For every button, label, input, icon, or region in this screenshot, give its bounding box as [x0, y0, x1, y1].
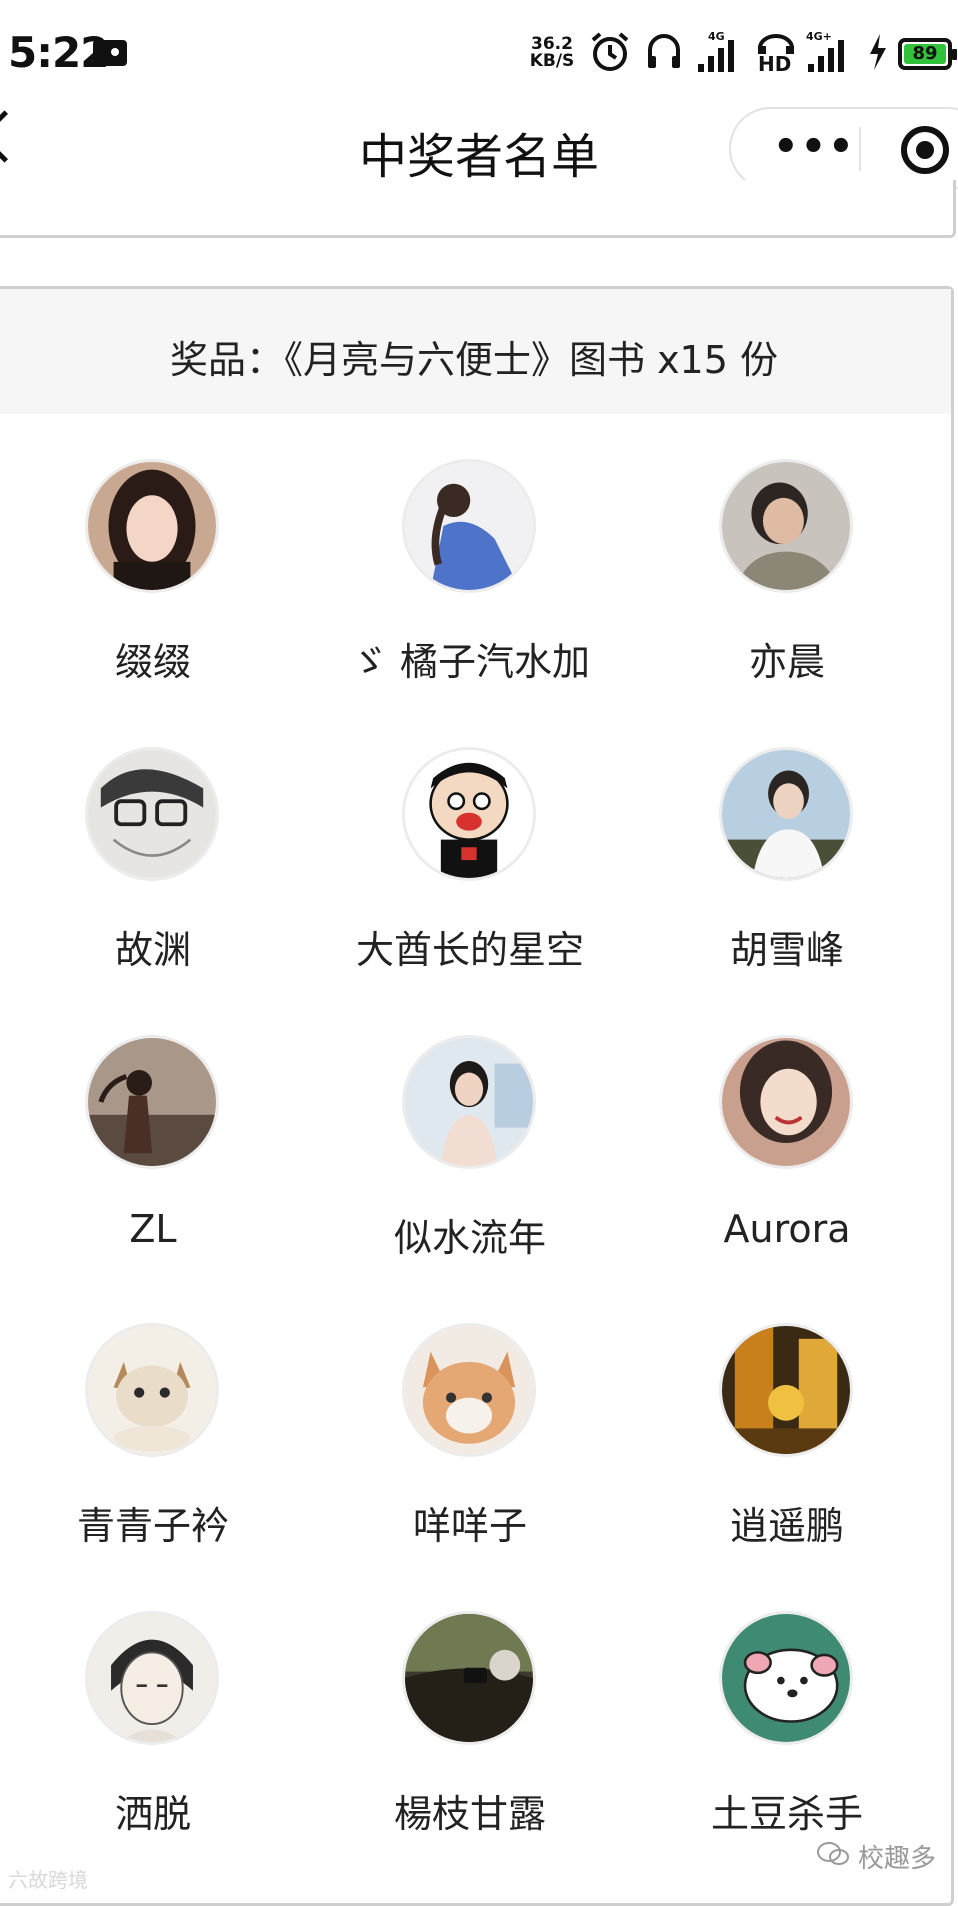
- avatar-boy-white-shirt-icon: [719, 747, 853, 881]
- winner-item[interactable]: ZL: [3, 1035, 303, 1323]
- avatar-boy-on-phone-icon: [719, 459, 853, 593]
- avatar-anime-boy-icon: [85, 1611, 219, 1745]
- winner-name: 故渊: [114, 928, 191, 972]
- winner-item[interactable]: 楊枝甘露: [320, 1611, 620, 1899]
- alarm-icon: [591, 32, 629, 71]
- winner-item[interactable]: 亦晨: [637, 459, 937, 747]
- avatar-drawn-cat-icon: [402, 1323, 536, 1457]
- mini-program-capsule: •••: [729, 107, 958, 190]
- winner-name: 缀缀: [114, 640, 191, 684]
- winner-name: Aurora: [723, 1207, 851, 1251]
- winner-item[interactable]: 胡雪峰: [637, 747, 937, 1035]
- avatar-girl-blue-jacket-icon: [402, 459, 536, 593]
- winner-item[interactable]: 洒脱: [3, 1611, 303, 1899]
- avatar-girl-windy-icon: [85, 1035, 219, 1169]
- prize-label: 奖品：《月亮与六便士》图书 x15 份: [169, 338, 778, 382]
- signal-icon: [808, 40, 844, 72]
- avatar-kitten-icon: [85, 1323, 219, 1457]
- avatar-smiling-girl-icon: [719, 1035, 853, 1169]
- wechat-official-icon: [817, 1842, 849, 1865]
- network-speed-unit: KB/S: [529, 51, 575, 71]
- network-speed: 36.2 KB/S: [528, 36, 576, 70]
- winner-item[interactable]: 咩咩子: [320, 1323, 620, 1611]
- winner-name: 胡雪峰: [729, 928, 844, 972]
- status-bar: 5:22 36.2 KB/S 4G HD 4G+ 89: [0, 0, 958, 105]
- watermark-right: 校趣多: [858, 1844, 937, 1874]
- prize-banner: 奖品：《月亮与六便士》图书 x15 份: [0, 289, 951, 414]
- image-notification-icon: [93, 40, 127, 66]
- winner-item[interactable]: 大酋长的星空: [320, 747, 620, 1035]
- capsule-divider: [859, 127, 861, 171]
- winners-card: 奖品：《月亮与六便士》图书 x15 份 缀缀 ゞ 橘子汽水加 亦晨 故渊 大酋长…: [0, 286, 954, 1906]
- avatar-anime-glasses-icon: [85, 747, 219, 881]
- winner-name: 楊枝甘露: [393, 1792, 546, 1836]
- winner-item[interactable]: 缀缀: [3, 459, 303, 747]
- signal-icon: [698, 40, 734, 72]
- winner-item[interactable]: 青青子衿: [3, 1323, 303, 1611]
- battery-level: 89: [904, 44, 946, 64]
- watermark-left: 六故跨境: [8, 1868, 88, 1892]
- winner-name: 逍遥鹏: [729, 1504, 844, 1548]
- avatar-cartoon-hug-boy-icon: [402, 747, 536, 881]
- winner-name: 土豆杀手: [710, 1792, 863, 1836]
- winner-item[interactable]: 故渊: [3, 747, 303, 1035]
- winner-name: 洒脱: [114, 1792, 191, 1836]
- winner-name: 亦晨: [748, 640, 825, 684]
- winner-item[interactable]: ゞ 橘子汽水加: [320, 459, 620, 747]
- avatar-street-night-icon: [719, 1323, 853, 1457]
- battery-icon: 89: [898, 38, 957, 70]
- headphones-icon: [648, 34, 680, 68]
- avatar-girl-portrait-icon: [85, 459, 219, 593]
- more-dots-icon[interactable]: •••: [773, 127, 856, 167]
- winner-name: ZL: [129, 1207, 177, 1251]
- avatar-white-dog-icon: [719, 1611, 853, 1745]
- winner-name: 青青子衿: [76, 1504, 229, 1548]
- winner-name: 咩咩子: [412, 1504, 527, 1548]
- winner-name: 大酋长的星空: [355, 928, 584, 972]
- winner-item[interactable]: 似水流年: [320, 1035, 620, 1323]
- winner-item[interactable]: 逍遥鹏: [637, 1323, 937, 1611]
- winner-name: ゞ 橘子汽水加: [349, 640, 591, 684]
- target-close-icon[interactable]: [901, 126, 949, 174]
- charging-icon: [870, 34, 886, 70]
- winner-item[interactable]: Aurora: [637, 1035, 937, 1323]
- avatar-girl-outdoor-icon: [402, 1035, 536, 1169]
- previous-card-edge: [0, 180, 956, 238]
- avatar-car-photo-icon: [402, 1611, 536, 1745]
- winner-name: 似水流年: [393, 1216, 546, 1260]
- hd-label: HD: [758, 52, 792, 76]
